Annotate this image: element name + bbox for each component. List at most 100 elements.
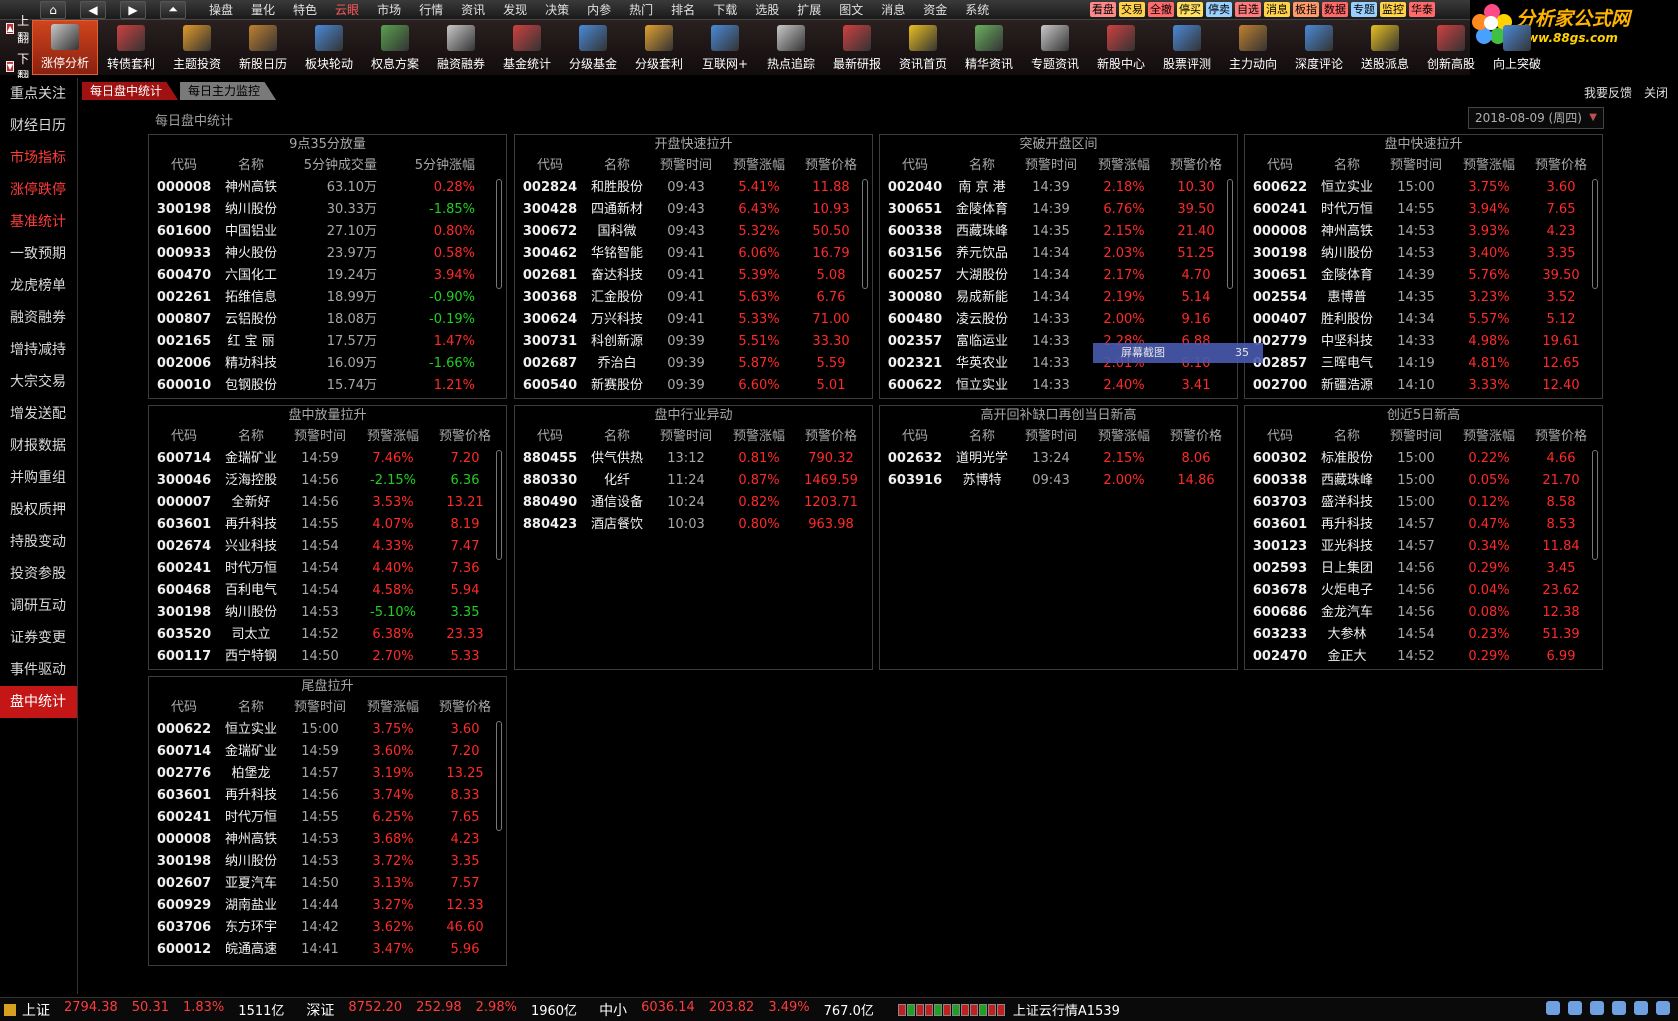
checkbox-icon[interactable] xyxy=(1546,1001,1560,1015)
table-row[interactable]: 600117 西宁特钢 14:50 2.70% 5.33 xyxy=(149,646,506,668)
table-row[interactable]: 600540 新赛股份 09:39 6.60% 5.01 xyxy=(515,375,872,397)
sidebar-item[interactable]: 财报数据 xyxy=(0,430,77,462)
column-header[interactable]: 名称 xyxy=(585,155,649,177)
up-icon[interactable]: ⏶ xyxy=(160,0,186,19)
table-row[interactable]: 600929 湖南盐业 14:44 3.27% 12.33 xyxy=(149,895,506,917)
table-row[interactable]: 600714 金瑞矿业 14:59 3.60% 7.20 xyxy=(149,741,506,763)
quick-tag[interactable]: 看盘 xyxy=(1090,2,1116,17)
column-header[interactable]: 预警时间 xyxy=(649,155,723,177)
column-header[interactable]: 代码 xyxy=(149,426,219,448)
table-row[interactable]: 300672 国科微 09:43 5.32% 50.50 xyxy=(515,221,872,243)
sidebar-item[interactable]: 增发送配 xyxy=(0,398,77,430)
table-row[interactable]: 002779 中坚科技 14:33 4.98% 19.61 xyxy=(1245,331,1602,353)
tool-button[interactable]: 板块轮动 xyxy=(296,20,362,75)
tool-button[interactable]: 涨停分析 xyxy=(32,20,99,75)
menu-item[interactable]: 扩展 xyxy=(788,0,830,20)
table-row[interactable]: 002165 红 宝 丽 17.57万 1.47% xyxy=(149,331,506,353)
quick-tag[interactable]: 数据 xyxy=(1322,2,1348,17)
table-row[interactable]: 002824 和胜股份 09:43 5.41% 11.88 xyxy=(515,177,872,199)
table-row[interactable]: 600468 百利电气 14:54 4.58% 5.94 xyxy=(149,580,506,602)
quick-tag[interactable]: 交易 xyxy=(1119,2,1145,17)
column-header[interactable]: 名称 xyxy=(585,426,649,448)
sidebar-item[interactable]: 涨停跌停 xyxy=(0,174,77,206)
table-row[interactable]: 300080 易成新能 14:34 2.19% 5.14 xyxy=(880,287,1237,309)
tool-button[interactable]: 深度评论 xyxy=(1286,20,1352,75)
menu-item[interactable]: 系统 xyxy=(956,0,998,20)
sidebar-item[interactable]: 基准统计 xyxy=(0,206,77,238)
column-header[interactable]: 名称 xyxy=(219,426,283,448)
tool-button[interactable]: 主题投资 xyxy=(164,20,230,75)
table-row[interactable]: 603706 东方环宇 14:42 3.62% 46.60 xyxy=(149,917,506,939)
table-row[interactable]: 600241 时代万恒 14:55 3.94% 7.65 xyxy=(1245,199,1602,221)
scrollbar[interactable] xyxy=(862,179,868,289)
column-header[interactable]: 预警涨幅 xyxy=(1088,426,1160,448)
tool-button[interactable]: 权息方案 xyxy=(362,20,428,75)
table-row[interactable]: 000933 神火股份 23.97万 0.58% xyxy=(149,243,506,265)
table-row[interactable]: 600012 皖通高速 14:41 3.47% 5.96 xyxy=(149,939,506,961)
table-row[interactable]: 603678 火炬电子 14:56 0.04% 23.62 xyxy=(1245,580,1602,602)
table-row[interactable]: 300624 万兴科技 09:41 5.33% 71.00 xyxy=(515,309,872,331)
scrollbar[interactable] xyxy=(1592,450,1598,560)
table-row[interactable]: 603601 再升科技 14:56 3.74% 8.33 xyxy=(149,785,506,807)
column-header[interactable]: 预警价格 xyxy=(429,426,501,448)
column-header[interactable]: 预警时间 xyxy=(283,426,357,448)
column-header[interactable]: 预警涨幅 xyxy=(1088,155,1160,177)
dots-icon[interactable] xyxy=(1612,1001,1626,1015)
menu-item[interactable]: 排名 xyxy=(662,0,704,20)
table-row[interactable]: 603601 再升科技 14:57 0.47% 8.53 xyxy=(1245,514,1602,536)
table-row[interactable]: 601600 中国铝业 27.10万 0.80% xyxy=(149,221,506,243)
table-row[interactable]: 600622 恒立实业 15:00 3.75% 3.60 xyxy=(1245,177,1602,199)
menu-item[interactable]: 内参 xyxy=(578,0,620,20)
tool-button[interactable]: 专题资讯 xyxy=(1022,20,1088,75)
tool-button[interactable]: 融资融券 xyxy=(428,20,494,75)
index-quote[interactable]: 中小 6036.14 203.82 3.49% 767.0亿 xyxy=(599,1000,874,1020)
table-row[interactable]: 600338 西藏珠峰 15:00 0.05% 21.70 xyxy=(1245,470,1602,492)
tab[interactable]: 每日主力监控 xyxy=(180,82,277,100)
table-row[interactable]: 002006 精功科技 16.09万 -1.66% xyxy=(149,353,506,375)
column-header[interactable]: 预警价格 xyxy=(1525,155,1597,177)
sidebar-item[interactable]: 市场指标 xyxy=(0,142,77,174)
feedback-link[interactable]: 我要反馈 xyxy=(1584,84,1632,101)
table-row[interactable]: 300462 华铭智能 09:41 6.06% 16.79 xyxy=(515,243,872,265)
column-header[interactable]: 名称 xyxy=(219,155,283,177)
home-icon[interactable]: ⌂ xyxy=(40,0,66,19)
quick-tag[interactable]: 停卖 xyxy=(1206,2,1232,17)
table-row[interactable]: 002632 道明光学 13:24 2.15% 8.06 xyxy=(880,448,1237,470)
table-row[interactable]: 880490 通信设备 10:24 0.82% 1203.71 xyxy=(515,492,872,514)
column-header[interactable]: 预警价格 xyxy=(429,697,501,719)
tab[interactable]: 每日盘中统计 xyxy=(82,82,179,100)
table-row[interactable]: 603916 苏博特 09:43 2.00% 14.86 xyxy=(880,470,1237,492)
menu-item[interactable]: 操盘 xyxy=(200,0,242,20)
quick-tag[interactable]: 专题 xyxy=(1351,2,1377,17)
column-header[interactable]: 预警时间 xyxy=(649,426,723,448)
table-row[interactable]: 000807 云铝股份 18.08万 -0.19% xyxy=(149,309,506,331)
sidebar-item[interactable]: 并购重组 xyxy=(0,462,77,494)
quick-tag[interactable]: 消息 xyxy=(1264,2,1290,17)
table-row[interactable]: 880423 酒店餐饮 10:03 0.80% 963.98 xyxy=(515,514,872,536)
table-row[interactable]: 300198 纳川股份 14:53 3.40% 3.35 xyxy=(1245,243,1602,265)
table-row[interactable]: 002040 南 京 港 14:39 2.18% 10.30 xyxy=(880,177,1237,199)
table-row[interactable]: 002776 柏堡龙 14:57 3.19% 13.25 xyxy=(149,763,506,785)
table-row[interactable]: 002554 惠博普 14:35 3.23% 3.52 xyxy=(1245,287,1602,309)
tool-button[interactable]: 向上突破 xyxy=(1484,20,1550,75)
column-header[interactable]: 代码 xyxy=(880,155,950,177)
quick-tag[interactable]: 华泰 xyxy=(1409,2,1435,17)
column-header[interactable]: 预警时间 xyxy=(1379,155,1453,177)
sidebar-item[interactable]: 证券变更 xyxy=(0,622,77,654)
table-row[interactable]: 002700 新疆浩源 14:10 3.33% 12.40 xyxy=(1245,375,1602,397)
menu-item[interactable]: 热门 xyxy=(620,0,662,20)
table-row[interactable]: 300046 泛海控股 14:56 -2.15% 6.36 xyxy=(149,470,506,492)
sidebar-item[interactable]: 重点关注 xyxy=(0,78,77,110)
table-row[interactable]: 300123 亚光科技 14:57 0.34% 11.84 xyxy=(1245,536,1602,558)
menu-item[interactable]: 市场 xyxy=(368,0,410,20)
sidebar-item[interactable]: 事件驱动 xyxy=(0,654,77,686)
sidebar-item[interactable]: 调研互动 xyxy=(0,590,77,622)
table-row[interactable]: 002674 兴业科技 14:54 4.33% 7.47 xyxy=(149,536,506,558)
table-row[interactable]: 300651 金陵体育 14:39 5.76% 39.50 xyxy=(1245,265,1602,287)
quick-tag[interactable]: 监控 xyxy=(1380,2,1406,17)
quick-tag[interactable]: 全撤 xyxy=(1148,2,1174,17)
tool-button[interactable]: 资讯首页 xyxy=(890,20,956,75)
column-header[interactable]: 名称 xyxy=(219,697,283,719)
menu-item[interactable]: 发现 xyxy=(494,0,536,20)
table-row[interactable]: 002857 三晖电气 14:19 4.81% 12.65 xyxy=(1245,353,1602,375)
